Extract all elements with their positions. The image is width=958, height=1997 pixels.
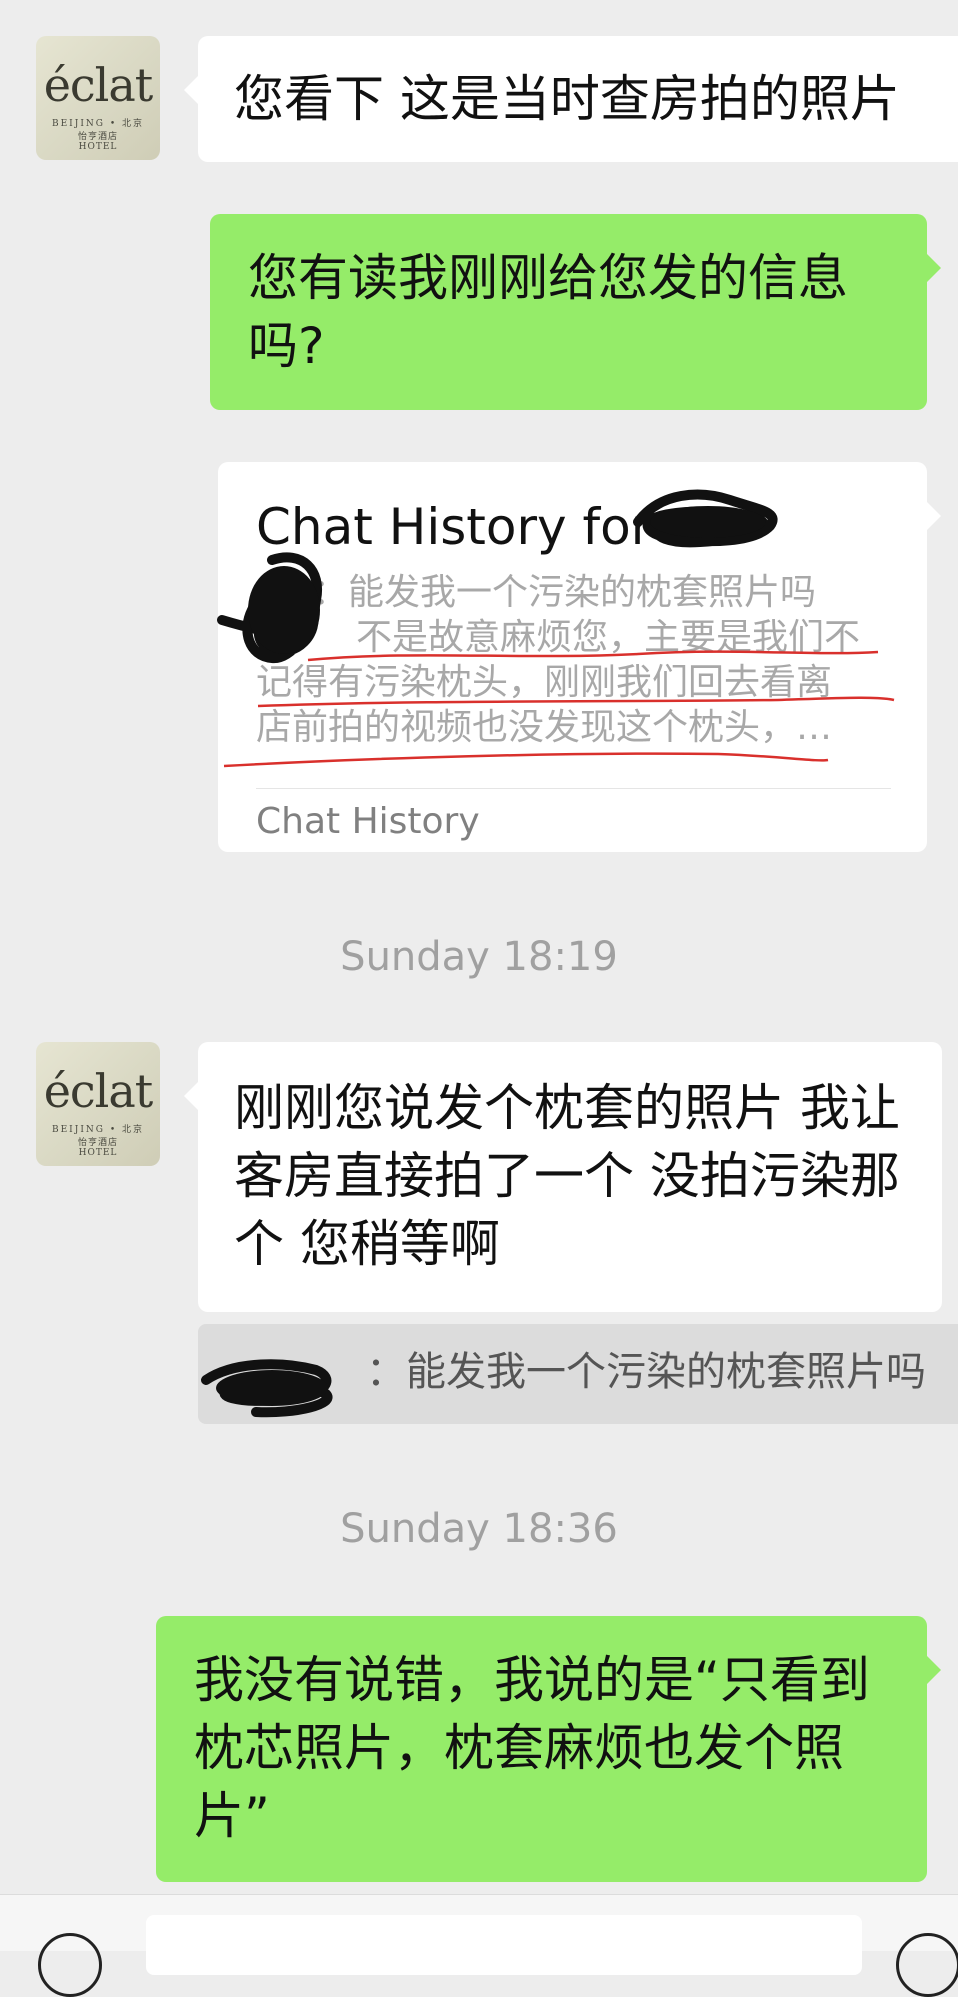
- emoji-icon[interactable]: [896, 1933, 958, 1997]
- avatar-city-text: BEIJING • 北京: [52, 1125, 144, 1135]
- preview-line: ：能发我一个污染的枕套照片吗: [312, 572, 817, 613]
- message-input[interactable]: [146, 1915, 862, 1975]
- avatar-hotel-text: HOTEL: [78, 142, 118, 152]
- quoted-message[interactable]: ：能发我一个污染的枕套照片吗: [198, 1324, 958, 1424]
- voice-icon[interactable]: [38, 1933, 102, 1997]
- quoted-text: ：能发我一个污染的枕套照片吗: [366, 1349, 926, 1395]
- message-text: 我没有说错，我说的是“只看到枕芯照片，枕套麻烦也发个照片”: [194, 1651, 870, 1845]
- chat-history-title: Chat History for: [256, 498, 652, 556]
- message-text: 刚刚您说发个枕套的照片 我让客房直接拍了一个 没拍污染那个 您稍等啊: [234, 1079, 900, 1273]
- preview-line: 不是故意麻烦您，主要是我们不: [356, 617, 861, 658]
- avatar-name-text: 怡亨酒店: [77, 132, 118, 142]
- message-bubble-incoming[interactable]: 您看下 这是当时查房拍的照片: [184, 36, 958, 162]
- preview-line: 店前拍的视频也没发现这个枕头，…: [256, 707, 833, 748]
- chat-history-preview: ：能发我一个污染的枕套照片吗 不是故意麻烦您，主要是我们不 记得有污染枕头，刚刚…: [256, 570, 896, 750]
- chat-history-footer: Chat History: [256, 801, 480, 842]
- message-bubble-outgoing[interactable]: 我没有说错，我说的是“只看到枕芯照片，枕套麻烦也发个照片”: [156, 1616, 941, 1882]
- chat-history-card[interactable]: Chat History for ：能发我一个污染的枕套照片吗 不是故意麻烦您，…: [218, 462, 941, 852]
- timestamp: Sunday 18:36: [340, 1506, 618, 1552]
- message-text: 您有读我刚刚给您发的信息吗?: [248, 249, 848, 375]
- hotel-avatar[interactable]: éclat BEIJING • 北京 怡亨酒店 HOTEL: [36, 36, 160, 160]
- avatar-logo-text: éclat: [43, 1064, 154, 1118]
- preview-line: 记得有污染枕头，刚刚我们回去看离: [256, 662, 833, 703]
- avatar-city-text: BEIJING • 北京: [52, 119, 144, 129]
- message-text: 您看下 这是当时查房拍的照片: [234, 70, 900, 128]
- avatar-name-text: 怡亨酒店: [77, 1138, 118, 1148]
- message-bubble-outgoing[interactable]: 您有读我刚刚给您发的信息吗?: [210, 214, 941, 410]
- avatar-logo-text: éclat: [43, 58, 154, 112]
- avatar-hotel-text: HOTEL: [78, 1148, 118, 1158]
- card-divider: [256, 788, 891, 789]
- timestamp: Sunday 18:19: [340, 934, 618, 980]
- input-bar: [0, 1894, 958, 1997]
- hotel-avatar[interactable]: éclat BEIJING • 北京 怡亨酒店 HOTEL: [36, 1042, 160, 1166]
- message-bubble-incoming[interactable]: 刚刚您说发个枕套的照片 我让客房直接拍了一个 没拍污染那个 您稍等啊: [184, 1042, 942, 1312]
